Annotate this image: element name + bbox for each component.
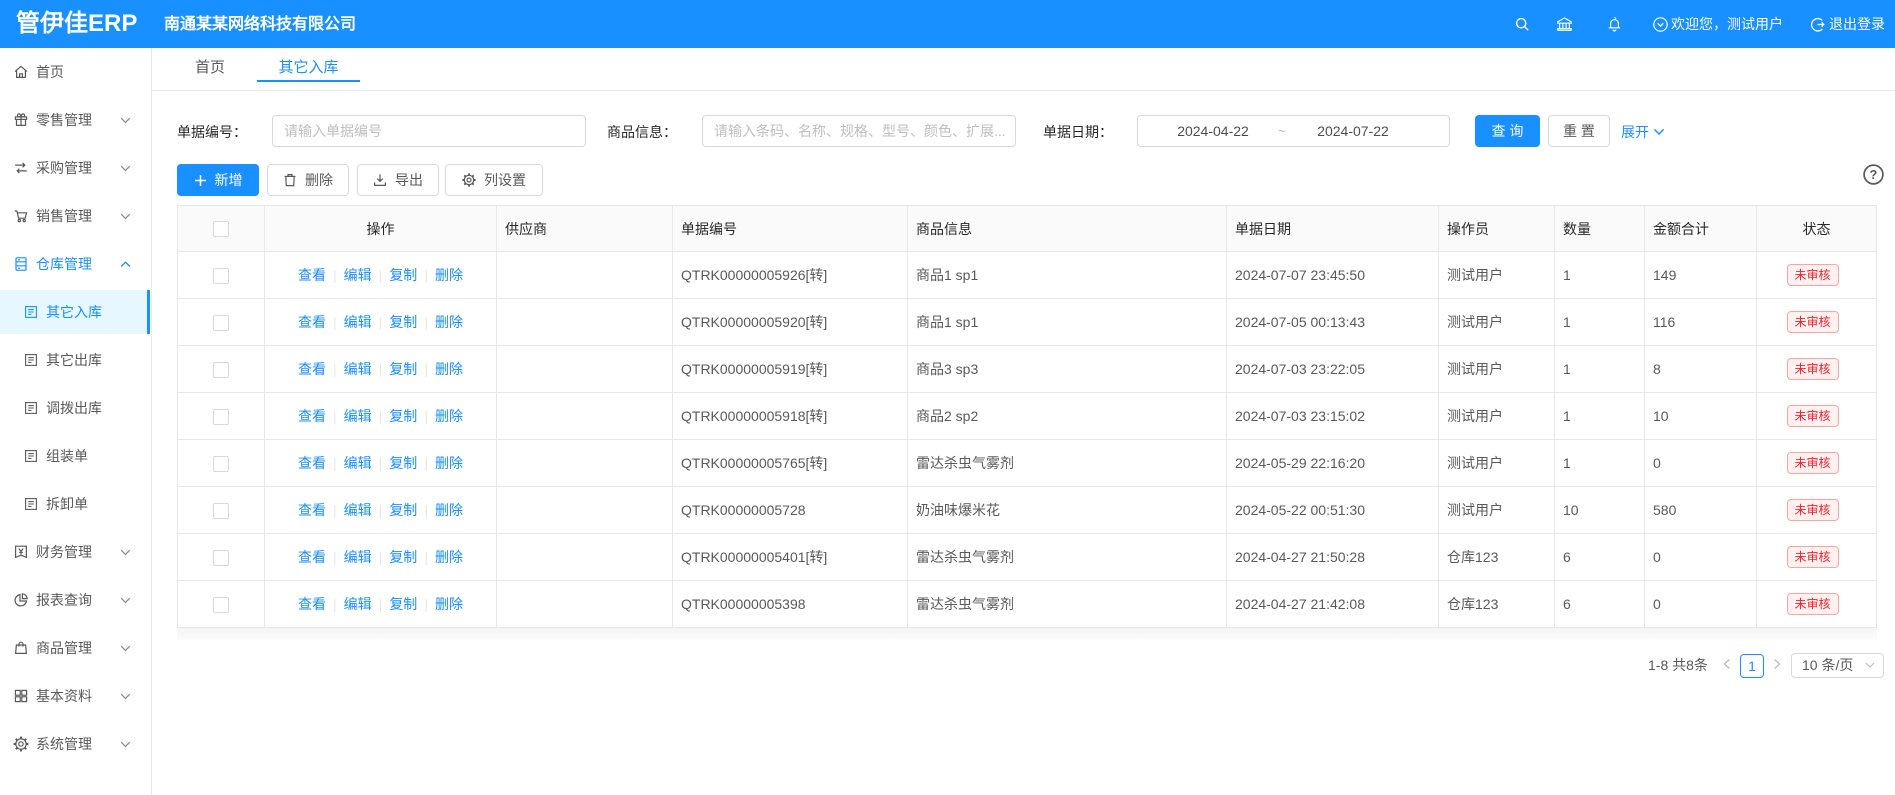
svg-text:?: ? (1870, 168, 1878, 182)
